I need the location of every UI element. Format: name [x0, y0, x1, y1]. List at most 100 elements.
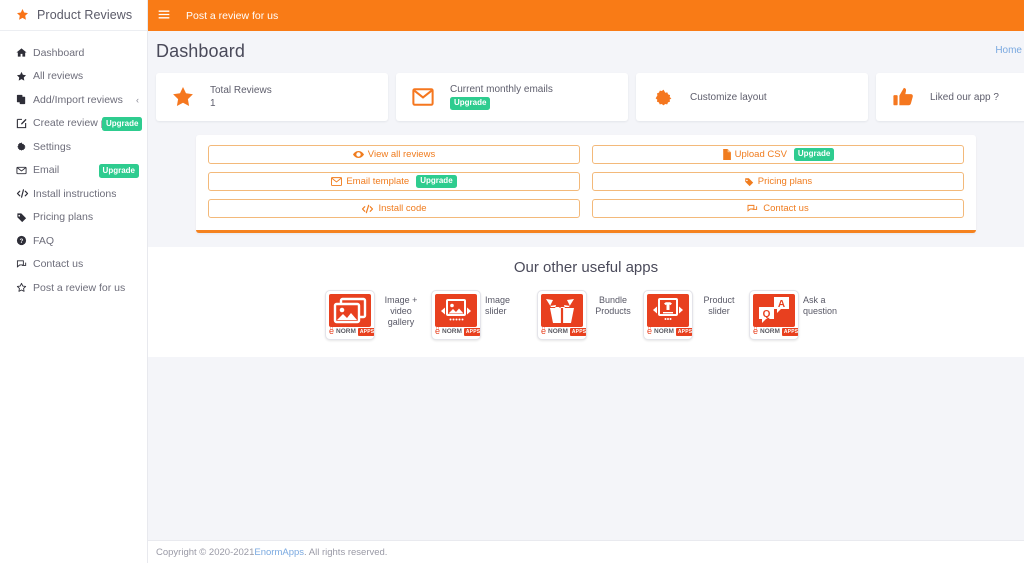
- upgrade-badge[interactable]: Upgrade: [98, 164, 139, 178]
- sidebar-item-label: Dashboard: [33, 46, 85, 59]
- app-card-bundle-products[interactable]: ë NORM APPS Bundle Products: [537, 290, 635, 340]
- app-card-product-slider[interactable]: ë NORM APPS Product slider: [643, 290, 741, 340]
- brand-suffix: APPS: [357, 327, 375, 336]
- stat-label: Current monthly emails: [450, 83, 553, 95]
- envelope-icon: [16, 165, 33, 176]
- breadcrumb-home[interactable]: Home: [995, 45, 1022, 56]
- upgrade-badge[interactable]: Upgrade: [450, 96, 491, 111]
- sidebar-item-label: Email: [33, 164, 60, 177]
- email-template-button[interactable]: Email template Upgrade: [208, 172, 580, 191]
- question-circle-icon: ?: [16, 235, 33, 246]
- brand-word: NORM: [336, 328, 356, 335]
- view-all-reviews-button[interactable]: View all reviews: [208, 145, 580, 164]
- enormapps-logo: ë NORM APPS: [647, 326, 692, 337]
- other-apps-row: ë NORM APPS Image + video gallery ë NORM…: [148, 290, 1024, 340]
- app-label: Bundle Products: [595, 295, 631, 316]
- image-slider-icon: [435, 294, 477, 327]
- home-icon: [16, 47, 33, 58]
- enormapps-logo: ë NORM APPS: [541, 326, 586, 337]
- brand-suffix: APPS: [569, 327, 587, 336]
- stat-value: 1: [210, 98, 216, 109]
- brand-suffix: APPS: [463, 327, 481, 336]
- app-tile[interactable]: ë NORM APPS: [537, 290, 587, 340]
- pen-square-icon: [16, 118, 33, 129]
- envelope-icon: [410, 87, 436, 107]
- app-root: Product Reviews Dashboard All reviews Ad: [0, 0, 1024, 563]
- e-glyph: ë: [435, 326, 441, 336]
- stat-label: Total Reviews: [210, 85, 272, 96]
- sidebar-item-label: Contact us: [33, 258, 84, 271]
- app-label: Ask a question: [803, 295, 838, 316]
- thumbs-up-icon: [890, 86, 916, 108]
- star-icon: [16, 8, 29, 23]
- gallery-icon: [329, 294, 371, 327]
- app-tile[interactable]: ë NORM APPS: [325, 290, 375, 340]
- sidebar-item-create-review-page[interactable]: Create review pa Upgrade: [0, 112, 147, 136]
- app-card-ask-a-question[interactable]: A Q ë NORM APPS Ask a question: [749, 290, 847, 340]
- stat-card-total-reviews[interactable]: Total Reviews 1: [156, 73, 388, 121]
- sidebar-item-install-instructions[interactable]: Install instructions: [0, 182, 147, 206]
- page-header: Dashboard Home: [148, 31, 1024, 71]
- upgrade-badge[interactable]: Upgrade: [102, 117, 143, 131]
- e-glyph: ë: [329, 326, 335, 336]
- quick-actions-wrap: View all reviews Upload CSV Upgrade Emai…: [148, 121, 1024, 233]
- app-card-image-video-gallery[interactable]: ë NORM APPS Image + video gallery: [325, 290, 423, 340]
- star-filled-icon: [16, 71, 33, 82]
- brand-title: Product Reviews: [37, 8, 133, 22]
- sidebar-item-settings[interactable]: Settings: [0, 135, 147, 159]
- product-slider-icon: [647, 294, 689, 327]
- stat-card-liked-our-app[interactable]: Liked our app ?: [876, 73, 1024, 121]
- stat-card-monthly-emails[interactable]: Current monthly emails Upgrade: [396, 73, 628, 121]
- button-label: Install code: [378, 203, 427, 214]
- footer-copyright-post: . All rights reserved.: [304, 546, 388, 558]
- sidebar-item-label: Install instructions: [33, 187, 117, 200]
- app-card-image-slider[interactable]: ë NORM APPS Image slider: [431, 290, 529, 340]
- comments-icon: [747, 204, 759, 214]
- sidebar-item-dashboard[interactable]: Dashboard: [0, 41, 147, 65]
- topbar-post-review-link[interactable]: Post a review for us: [186, 10, 278, 22]
- pricing-plans-button[interactable]: Pricing plans: [592, 172, 964, 191]
- contact-us-button[interactable]: Contact us: [592, 199, 964, 218]
- upload-csv-button[interactable]: Upload CSV Upgrade: [592, 145, 964, 164]
- code-icon: [361, 204, 374, 214]
- sidebar-item-faq[interactable]: ? FAQ: [0, 229, 147, 253]
- other-apps-title: Our other useful apps: [513, 259, 659, 276]
- sidebar-item-email[interactable]: Email Upgrade: [0, 159, 147, 183]
- sidebar-item-label: Pricing plans: [33, 211, 94, 224]
- sidebar-item-post-a-review[interactable]: Post a review for us: [0, 276, 147, 300]
- sidebar-nav: Dashboard All reviews Add/Import reviews…: [0, 31, 147, 300]
- chevron-left-icon: ‹: [136, 94, 139, 105]
- button-label: Upload CSV: [734, 149, 787, 160]
- sidebar-item-all-reviews[interactable]: All reviews: [0, 65, 147, 89]
- app-label: Product slider: [703, 295, 735, 316]
- button-label: Pricing plans: [757, 176, 813, 187]
- gear-icon: [650, 87, 676, 108]
- other-apps-section: Our other useful apps ë NORM APPS Image …: [148, 247, 1024, 357]
- enormapps-logo: ë NORM APPS: [435, 326, 480, 337]
- button-label: View all reviews: [367, 149, 436, 160]
- install-code-button[interactable]: Install code: [208, 199, 580, 218]
- upgrade-badge[interactable]: Upgrade: [793, 147, 835, 162]
- e-glyph: ë: [541, 326, 547, 336]
- stat-label: Liked our app ?: [930, 91, 999, 103]
- e-glyph: ë: [753, 326, 759, 336]
- stat-card-customize-layout[interactable]: Customize layout: [636, 73, 868, 121]
- code-icon: [16, 188, 33, 199]
- app-tile[interactable]: ë NORM APPS: [431, 290, 481, 340]
- eye-icon: [352, 150, 364, 159]
- brand-header[interactable]: Product Reviews: [0, 0, 147, 31]
- brand-suffix: APPS: [781, 327, 799, 336]
- enormapps-logo: ë NORM APPS: [753, 326, 798, 337]
- brand-word: NORM: [442, 328, 462, 335]
- app-tile[interactable]: A Q ë NORM APPS: [749, 290, 799, 340]
- sidebar-item-add-import-reviews[interactable]: Add/Import reviews ‹: [0, 88, 147, 112]
- app-tile[interactable]: ë NORM APPS: [643, 290, 693, 340]
- enormapps-logo: ë NORM APPS: [329, 326, 374, 337]
- hamburger-icon[interactable]: [158, 9, 170, 22]
- star-outline-icon: [16, 282, 33, 293]
- sidebar-item-pricing-plans[interactable]: Pricing plans: [0, 206, 147, 230]
- main-content: Dashboard Home Total Reviews 1 Current m: [148, 31, 1024, 563]
- upgrade-badge[interactable]: Upgrade: [416, 174, 457, 189]
- footer-enormapps-link[interactable]: EnormApps: [254, 547, 304, 558]
- sidebar-item-contact-us[interactable]: Contact us: [0, 253, 147, 277]
